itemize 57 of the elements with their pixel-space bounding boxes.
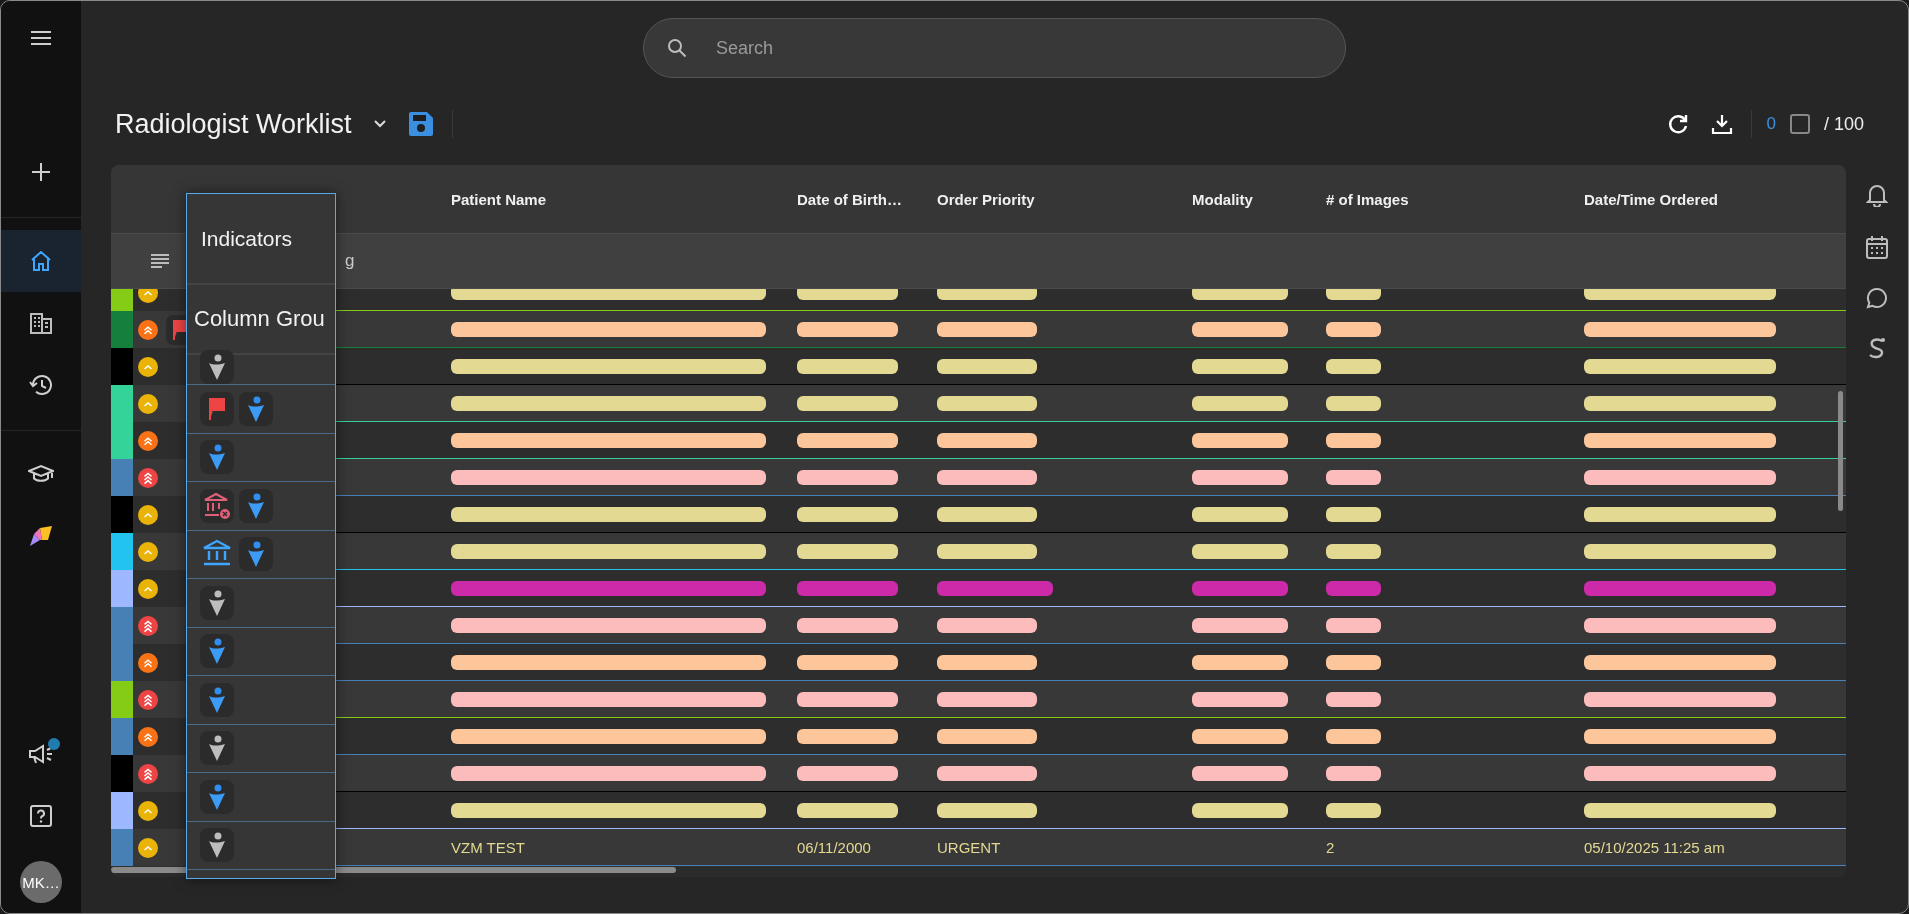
- user-avatar[interactable]: MK…: [20, 861, 62, 903]
- table-cell: 05/10/2025 11:25 am: [1584, 839, 1725, 856]
- table-row[interactable]: [111, 422, 1846, 459]
- bell-icon: [1866, 183, 1888, 207]
- graduation-cap-icon: [28, 464, 54, 484]
- refresh-icon: [1667, 113, 1690, 135]
- table-cell: URGENT: [937, 839, 1001, 856]
- table-row[interactable]: [111, 533, 1846, 570]
- selected-count: 0: [1766, 114, 1776, 134]
- table-row[interactable]: [111, 348, 1846, 385]
- home-icon: [29, 250, 53, 272]
- table-row[interactable]: [111, 459, 1846, 496]
- table-row[interactable]: [111, 755, 1846, 792]
- table-row[interactable]: [111, 496, 1846, 533]
- table-row[interactable]: [111, 385, 1846, 422]
- calendar-icon: [1866, 235, 1888, 259]
- table-row[interactable]: [111, 718, 1846, 755]
- logo-icon: [28, 524, 54, 548]
- megaphone-icon: [28, 743, 54, 765]
- table-cell: VZM TEST: [451, 839, 525, 856]
- search-field[interactable]: Search: [643, 18, 1346, 78]
- table-row[interactable]: [111, 644, 1846, 681]
- page-title: Radiologist Worklist: [115, 108, 352, 140]
- help-icon: [30, 805, 52, 827]
- building-icon: [29, 312, 53, 334]
- total-count: / 100: [1823, 113, 1864, 135]
- column-header[interactable]: Date/Time Ordered: [1580, 190, 1839, 208]
- column-header[interactable]: Date of Birth…: [793, 190, 933, 208]
- column-header[interactable]: Modality: [1188, 190, 1322, 208]
- group-panel-text: g: [345, 251, 355, 271]
- plus-icon: [31, 162, 51, 182]
- caret-icon: [373, 120, 386, 128]
- table-row[interactable]: [111, 681, 1846, 718]
- table-cell: 2: [1326, 839, 1335, 856]
- notification-dot: [48, 738, 60, 750]
- ghost-subheader: Column Grou: [194, 306, 325, 332]
- column-header[interactable]: Patient Name: [447, 190, 793, 208]
- list-icon: [151, 254, 169, 268]
- column-header[interactable]: Order Priority: [933, 190, 1188, 208]
- s-logo-icon: [1867, 337, 1887, 359]
- table-row[interactable]: [111, 570, 1846, 607]
- menu-icon: [30, 30, 52, 46]
- table-row[interactable]: [111, 607, 1846, 644]
- table-row[interactable]: VZM TEST 06/11/2000 URGENT 2 05/10/2025 11:25 am: [111, 829, 1846, 866]
- download-icon: [1711, 113, 1734, 135]
- ghost-header: Indicators: [201, 226, 293, 251]
- chat-icon: [1866, 287, 1888, 309]
- save-icon: [407, 111, 434, 137]
- scrollbar-thumb[interactable]: [1838, 391, 1843, 511]
- table-row[interactable]: [111, 792, 1846, 829]
- table-row[interactable]: [111, 311, 1846, 348]
- search-icon: [667, 38, 687, 58]
- sidebar-item[interactable]: [1, 230, 81, 292]
- column-header[interactable]: # of Images: [1322, 190, 1580, 208]
- history-icon: [29, 374, 53, 396]
- table-cell: 06/11/2000: [797, 839, 871, 856]
- select-all-checkbox[interactable]: [1789, 114, 1810, 134]
